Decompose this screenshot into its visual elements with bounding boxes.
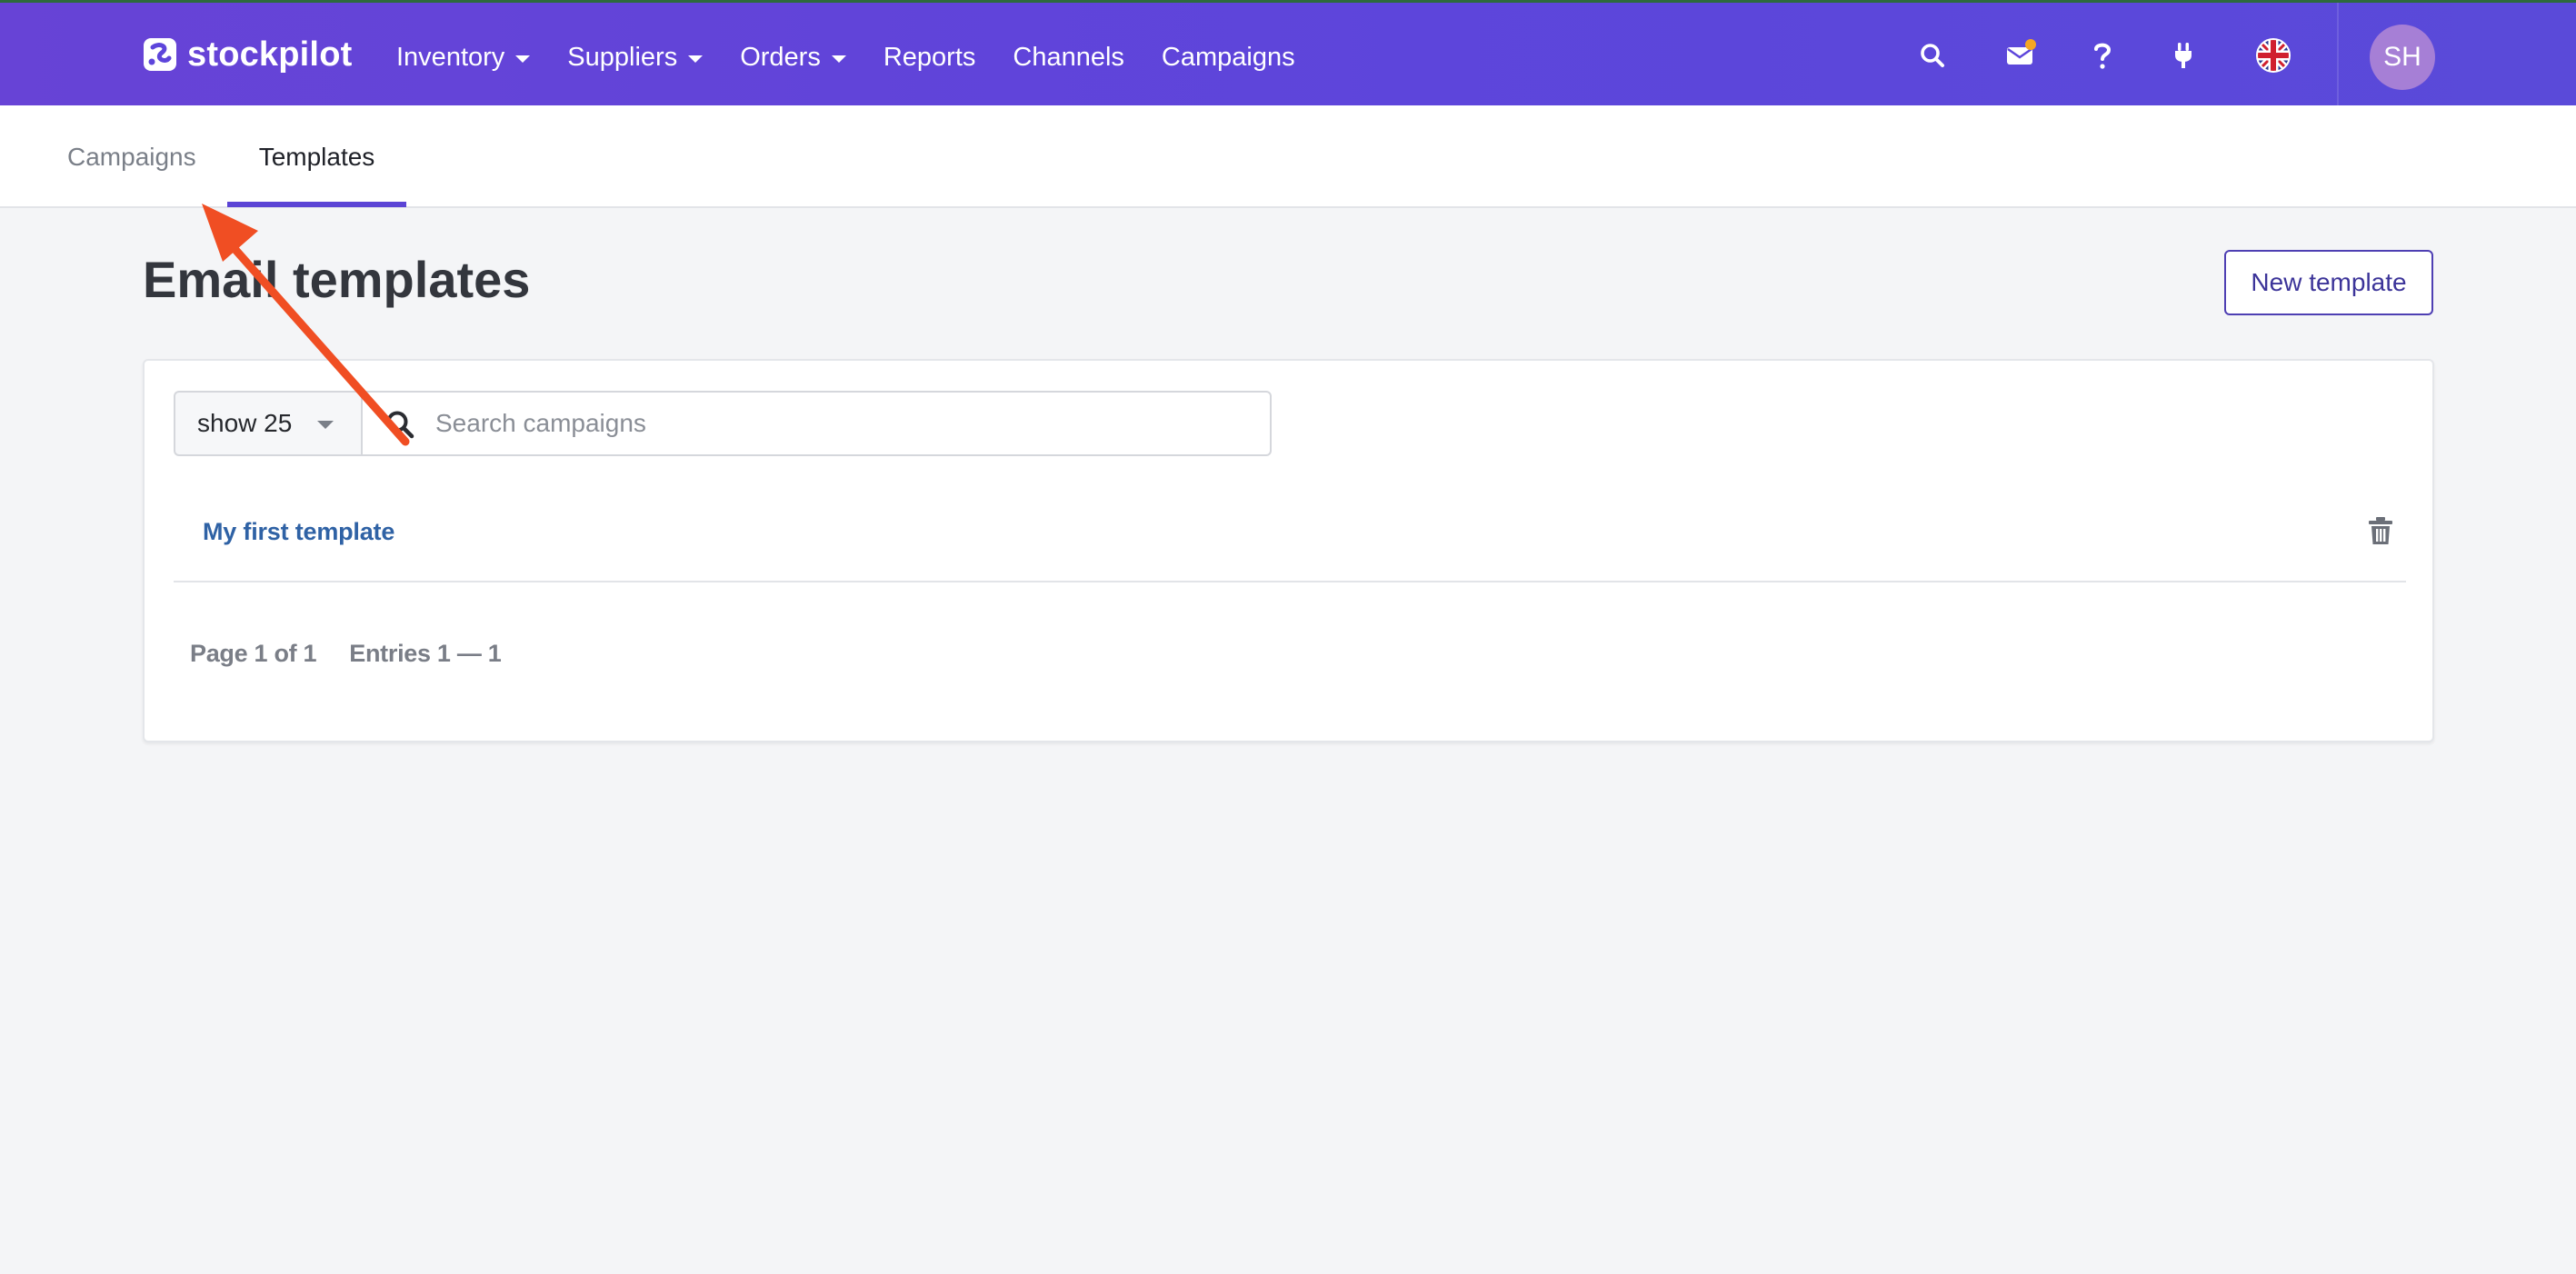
page-size-select[interactable]: show 25 — [174, 391, 361, 456]
page-size-value: show 25 — [197, 409, 293, 437]
search-box — [361, 391, 1272, 456]
help-button[interactable] — [2082, 35, 2122, 75]
chevron-down-icon — [688, 55, 704, 63]
language-button[interactable] — [2253, 35, 2293, 75]
active-tab-indicator — [227, 202, 406, 207]
tab-templates[interactable]: Templates — [227, 105, 406, 208]
chevron-down-icon — [317, 421, 334, 429]
templates-card: show 25 My first template Page 1 of 1 En… — [143, 359, 2434, 742]
search-icon — [1921, 44, 1944, 67]
brand[interactable]: stockpilot — [142, 35, 352, 75]
pagination: Page 1 of 1 Entries 1 — 1 — [190, 640, 502, 668]
nav-inventory-label: Inventory — [396, 42, 505, 72]
nav-orders[interactable]: Orders — [740, 43, 846, 73]
avatar-initials: SH — [2383, 42, 2421, 72]
help-icon — [2094, 43, 2112, 69]
nav-suppliers-label: Suppliers — [567, 42, 678, 72]
main-nav: Inventory Suppliers Orders Reports Chann… — [396, 37, 1333, 77]
entries-info: Entries 1 — 1 — [349, 640, 502, 667]
top-navbar: stockpilot Inventory Suppliers Orders Re… — [0, 0, 2576, 108]
nav-orders-label: Orders — [740, 42, 821, 72]
nav-campaigns[interactable]: Campaigns — [1162, 43, 1295, 73]
template-link[interactable]: My first template — [203, 518, 394, 546]
chevron-down-icon — [831, 55, 846, 63]
list-item: My first template — [174, 488, 2406, 582]
search-button[interactable] — [1912, 35, 1952, 75]
nav-campaigns-label: Campaigns — [1161, 42, 1295, 72]
chevron-down-icon — [515, 55, 531, 63]
tab-campaigns[interactable]: Campaigns — [67, 105, 196, 208]
page-info: Page 1 of 1 — [190, 640, 317, 667]
plug-icon — [2175, 43, 2192, 68]
nav-inventory[interactable]: Inventory — [396, 42, 531, 73]
navbar-divider — [2337, 3, 2339, 108]
user-avatar[interactable]: SH — [2370, 25, 2435, 90]
nav-channels-label: Channels — [1013, 42, 1124, 72]
integrations-button[interactable] — [2163, 35, 2203, 75]
page-title: Email templates — [143, 251, 531, 308]
new-template-button[interactable]: New template — [2224, 250, 2433, 315]
tab-templates-label: Templates — [258, 142, 375, 171]
uk-flag-icon — [2256, 38, 2291, 73]
nav-reports[interactable]: Reports — [884, 43, 976, 73]
tab-campaigns-label: Campaigns — [67, 142, 196, 171]
brand-name: stockpilot — [187, 35, 353, 74]
notification-dot — [2025, 39, 2036, 50]
nav-channels[interactable]: Channels — [1013, 43, 1124, 73]
stockpilot-logo-icon — [144, 38, 176, 71]
messages-button[interactable] — [2000, 35, 2040, 75]
search-icon — [386, 411, 414, 439]
sub-tabs: Campaigns Templates — [0, 105, 2576, 208]
search-input[interactable] — [435, 402, 1253, 445]
list-toolbar: show 25 — [174, 391, 1272, 456]
nav-suppliers[interactable]: Suppliers — [567, 42, 704, 73]
trash-icon[interactable] — [2367, 515, 2394, 546]
nav-reports-label: Reports — [883, 42, 976, 72]
